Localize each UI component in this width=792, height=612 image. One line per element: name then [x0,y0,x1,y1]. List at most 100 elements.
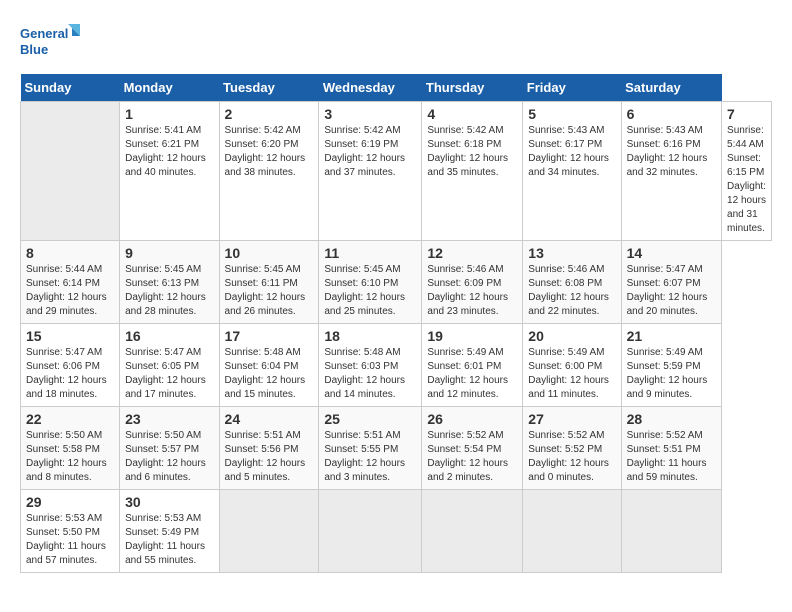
calendar-day-cell: 23 Sunrise: 5:50 AMSunset: 5:57 PMDayligh… [120,407,219,490]
calendar-day-cell: 21 Sunrise: 5:49 AMSunset: 5:59 PMDayligh… [621,324,721,407]
day-number: 23 [125,411,213,427]
day-info: Sunrise: 5:53 AMSunset: 5:50 PMDaylight:… [26,512,114,568]
calendar-day-cell: 25 Sunrise: 5:51 AMSunset: 5:55 PMDayligh… [319,407,422,490]
day-number: 18 [324,328,416,344]
day-info: Sunrise: 5:52 AMSunset: 5:54 PMDaylight:… [427,429,517,485]
calendar-day-cell: 2 Sunrise: 5:42 AMSunset: 6:20 PMDaylight… [219,102,319,241]
day-number: 13 [528,245,615,261]
day-number: 8 [26,245,114,261]
day-info: Sunrise: 5:49 AMSunset: 6:00 PMDaylight:… [528,346,615,402]
weekday-header-wednesday: Wednesday [319,74,422,102]
day-number: 27 [528,411,615,427]
day-info: Sunrise: 5:43 AMSunset: 6:17 PMDaylight:… [528,124,615,180]
weekday-header-saturday: Saturday [621,74,721,102]
day-number: 2 [225,106,314,122]
calendar-week-row: 8Sunrise: 5:44 AMSunset: 6:14 PMDaylight… [21,241,772,324]
weekday-header-friday: Friday [523,74,621,102]
logo-svg: General Blue [20,20,80,64]
day-number: 24 [225,411,314,427]
day-number: 26 [427,411,517,427]
day-number: 19 [427,328,517,344]
calendar-day-cell: 15 Sunrise: 5:47 AMSunset: 6:06 PMDayligh… [21,324,120,407]
day-number: 16 [125,328,213,344]
calendar-day-cell: 5 Sunrise: 5:43 AMSunset: 6:17 PMDaylight… [523,102,621,241]
calendar-day-cell: 19 Sunrise: 5:49 AMSunset: 6:01 PMDayligh… [422,324,523,407]
calendar-day-cell: 20 Sunrise: 5:49 AMSunset: 6:00 PMDayligh… [523,324,621,407]
day-info: Sunrise: 5:50 AMSunset: 5:57 PMDaylight:… [125,429,213,485]
calendar-day-cell: 17 Sunrise: 5:48 AMSunset: 6:04 PMDayligh… [219,324,319,407]
day-info: Sunrise: 5:51 AMSunset: 5:56 PMDaylight:… [225,429,314,485]
calendar-day-cell: 6Sunrise: 5:43 AMSunset: 6:16 PMDaylight… [621,102,721,241]
calendar-week-row: 1 Sunrise: 5:41 AMSunset: 6:21 PMDaylight… [21,102,772,241]
day-info: Sunrise: 5:53 AMSunset: 5:49 PMDaylight:… [125,512,213,568]
calendar-week-row: 29 Sunrise: 5:53 AMSunset: 5:50 PMDayligh… [21,490,772,573]
weekday-header-thursday: Thursday [422,74,523,102]
weekday-header-monday: Monday [120,74,219,102]
calendar-day-cell: 16Sunrise: 5:47 AMSunset: 6:05 PMDayligh… [120,324,219,407]
calendar-day-cell: 1 Sunrise: 5:41 AMSunset: 6:21 PMDaylight… [120,102,219,241]
svg-text:Blue: Blue [20,42,48,57]
day-number: 17 [225,328,314,344]
day-number: 12 [427,245,517,261]
day-number: 20 [528,328,615,344]
calendar-header-row: SundayMondayTuesdayWednesdayThursdayFrid… [21,74,772,102]
weekday-header-sunday: Sunday [21,74,120,102]
day-number: 10 [225,245,314,261]
calendar-day-cell: 9 Sunrise: 5:45 AMSunset: 6:13 PMDaylight… [120,241,219,324]
calendar-day-cell: 28Sunrise: 5:52 AMSunset: 5:51 PMDayligh… [621,407,721,490]
calendar-day-cell: 12Sunrise: 5:46 AMSunset: 6:09 PMDayligh… [422,241,523,324]
day-info: Sunrise: 5:41 AMSunset: 6:21 PMDaylight:… [125,124,213,180]
day-number: 4 [427,106,517,122]
calendar-day-cell: 14 Sunrise: 5:47 AMSunset: 6:07 PMDayligh… [621,241,721,324]
day-info: Sunrise: 5:52 AMSunset: 5:52 PMDaylight:… [528,429,615,485]
day-info: Sunrise: 5:49 AMSunset: 5:59 PMDaylight:… [627,346,716,402]
day-info: Sunrise: 5:51 AMSunset: 5:55 PMDaylight:… [324,429,416,485]
day-number: 1 [125,106,213,122]
day-number: 29 [26,494,114,510]
day-number: 21 [627,328,716,344]
empty-cell [21,102,120,241]
calendar-day-cell [319,490,422,573]
day-info: Sunrise: 5:42 AMSunset: 6:19 PMDaylight:… [324,124,416,180]
day-info: Sunrise: 5:44 AMSunset: 6:15 PMDaylight:… [727,124,766,236]
calendar-day-cell [219,490,319,573]
day-info: Sunrise: 5:45 AMSunset: 6:13 PMDaylight:… [125,263,213,319]
calendar-day-cell [523,490,621,573]
calendar-day-cell: 4 Sunrise: 5:42 AMSunset: 6:18 PMDaylight… [422,102,523,241]
svg-text:General: General [20,26,68,41]
day-info: Sunrise: 5:52 AMSunset: 5:51 PMDaylight:… [627,429,716,485]
day-info: Sunrise: 5:48 AMSunset: 6:03 PMDaylight:… [324,346,416,402]
day-info: Sunrise: 5:47 AMSunset: 6:06 PMDaylight:… [26,346,114,402]
calendar-week-row: 22Sunrise: 5:50 AMSunset: 5:58 PMDayligh… [21,407,772,490]
calendar-day-cell: 13 Sunrise: 5:46 AMSunset: 6:08 PMDayligh… [523,241,621,324]
calendar-week-row: 15 Sunrise: 5:47 AMSunset: 6:06 PMDayligh… [21,324,772,407]
day-number: 7 [727,106,766,122]
day-number: 11 [324,245,416,261]
calendar-table: SundayMondayTuesdayWednesdayThursdayFrid… [20,74,772,573]
day-number: 14 [627,245,716,261]
calendar-day-cell [422,490,523,573]
day-number: 9 [125,245,213,261]
calendar-day-cell: 27 Sunrise: 5:52 AMSunset: 5:52 PMDayligh… [523,407,621,490]
day-info: Sunrise: 5:42 AMSunset: 6:18 PMDaylight:… [427,124,517,180]
calendar-day-cell: 10 Sunrise: 5:45 AMSunset: 6:11 PMDayligh… [219,241,319,324]
calendar-day-cell: 24 Sunrise: 5:51 AMSunset: 5:56 PMDayligh… [219,407,319,490]
day-info: Sunrise: 5:45 AMSunset: 6:11 PMDaylight:… [225,263,314,319]
day-info: Sunrise: 5:42 AMSunset: 6:20 PMDaylight:… [225,124,314,180]
page-header: General Blue [20,20,772,64]
day-number: 30 [125,494,213,510]
day-number: 25 [324,411,416,427]
calendar-day-cell: 18 Sunrise: 5:48 AMSunset: 6:03 PMDayligh… [319,324,422,407]
day-info: Sunrise: 5:49 AMSunset: 6:01 PMDaylight:… [427,346,517,402]
day-info: Sunrise: 5:48 AMSunset: 6:04 PMDaylight:… [225,346,314,402]
calendar-day-cell: 26 Sunrise: 5:52 AMSunset: 5:54 PMDayligh… [422,407,523,490]
day-info: Sunrise: 5:46 AMSunset: 6:08 PMDaylight:… [528,263,615,319]
calendar-day-cell: 30 Sunrise: 5:53 AMSunset: 5:49 PMDayligh… [120,490,219,573]
calendar-day-cell: 29 Sunrise: 5:53 AMSunset: 5:50 PMDayligh… [21,490,120,573]
day-number: 15 [26,328,114,344]
day-number: 6 [627,106,716,122]
day-number: 5 [528,106,615,122]
calendar-day-cell: 7 Sunrise: 5:44 AMSunset: 6:15 PMDaylight… [722,102,772,241]
day-info: Sunrise: 5:45 AMSunset: 6:10 PMDaylight:… [324,263,416,319]
day-info: Sunrise: 5:47 AMSunset: 6:07 PMDaylight:… [627,263,716,319]
